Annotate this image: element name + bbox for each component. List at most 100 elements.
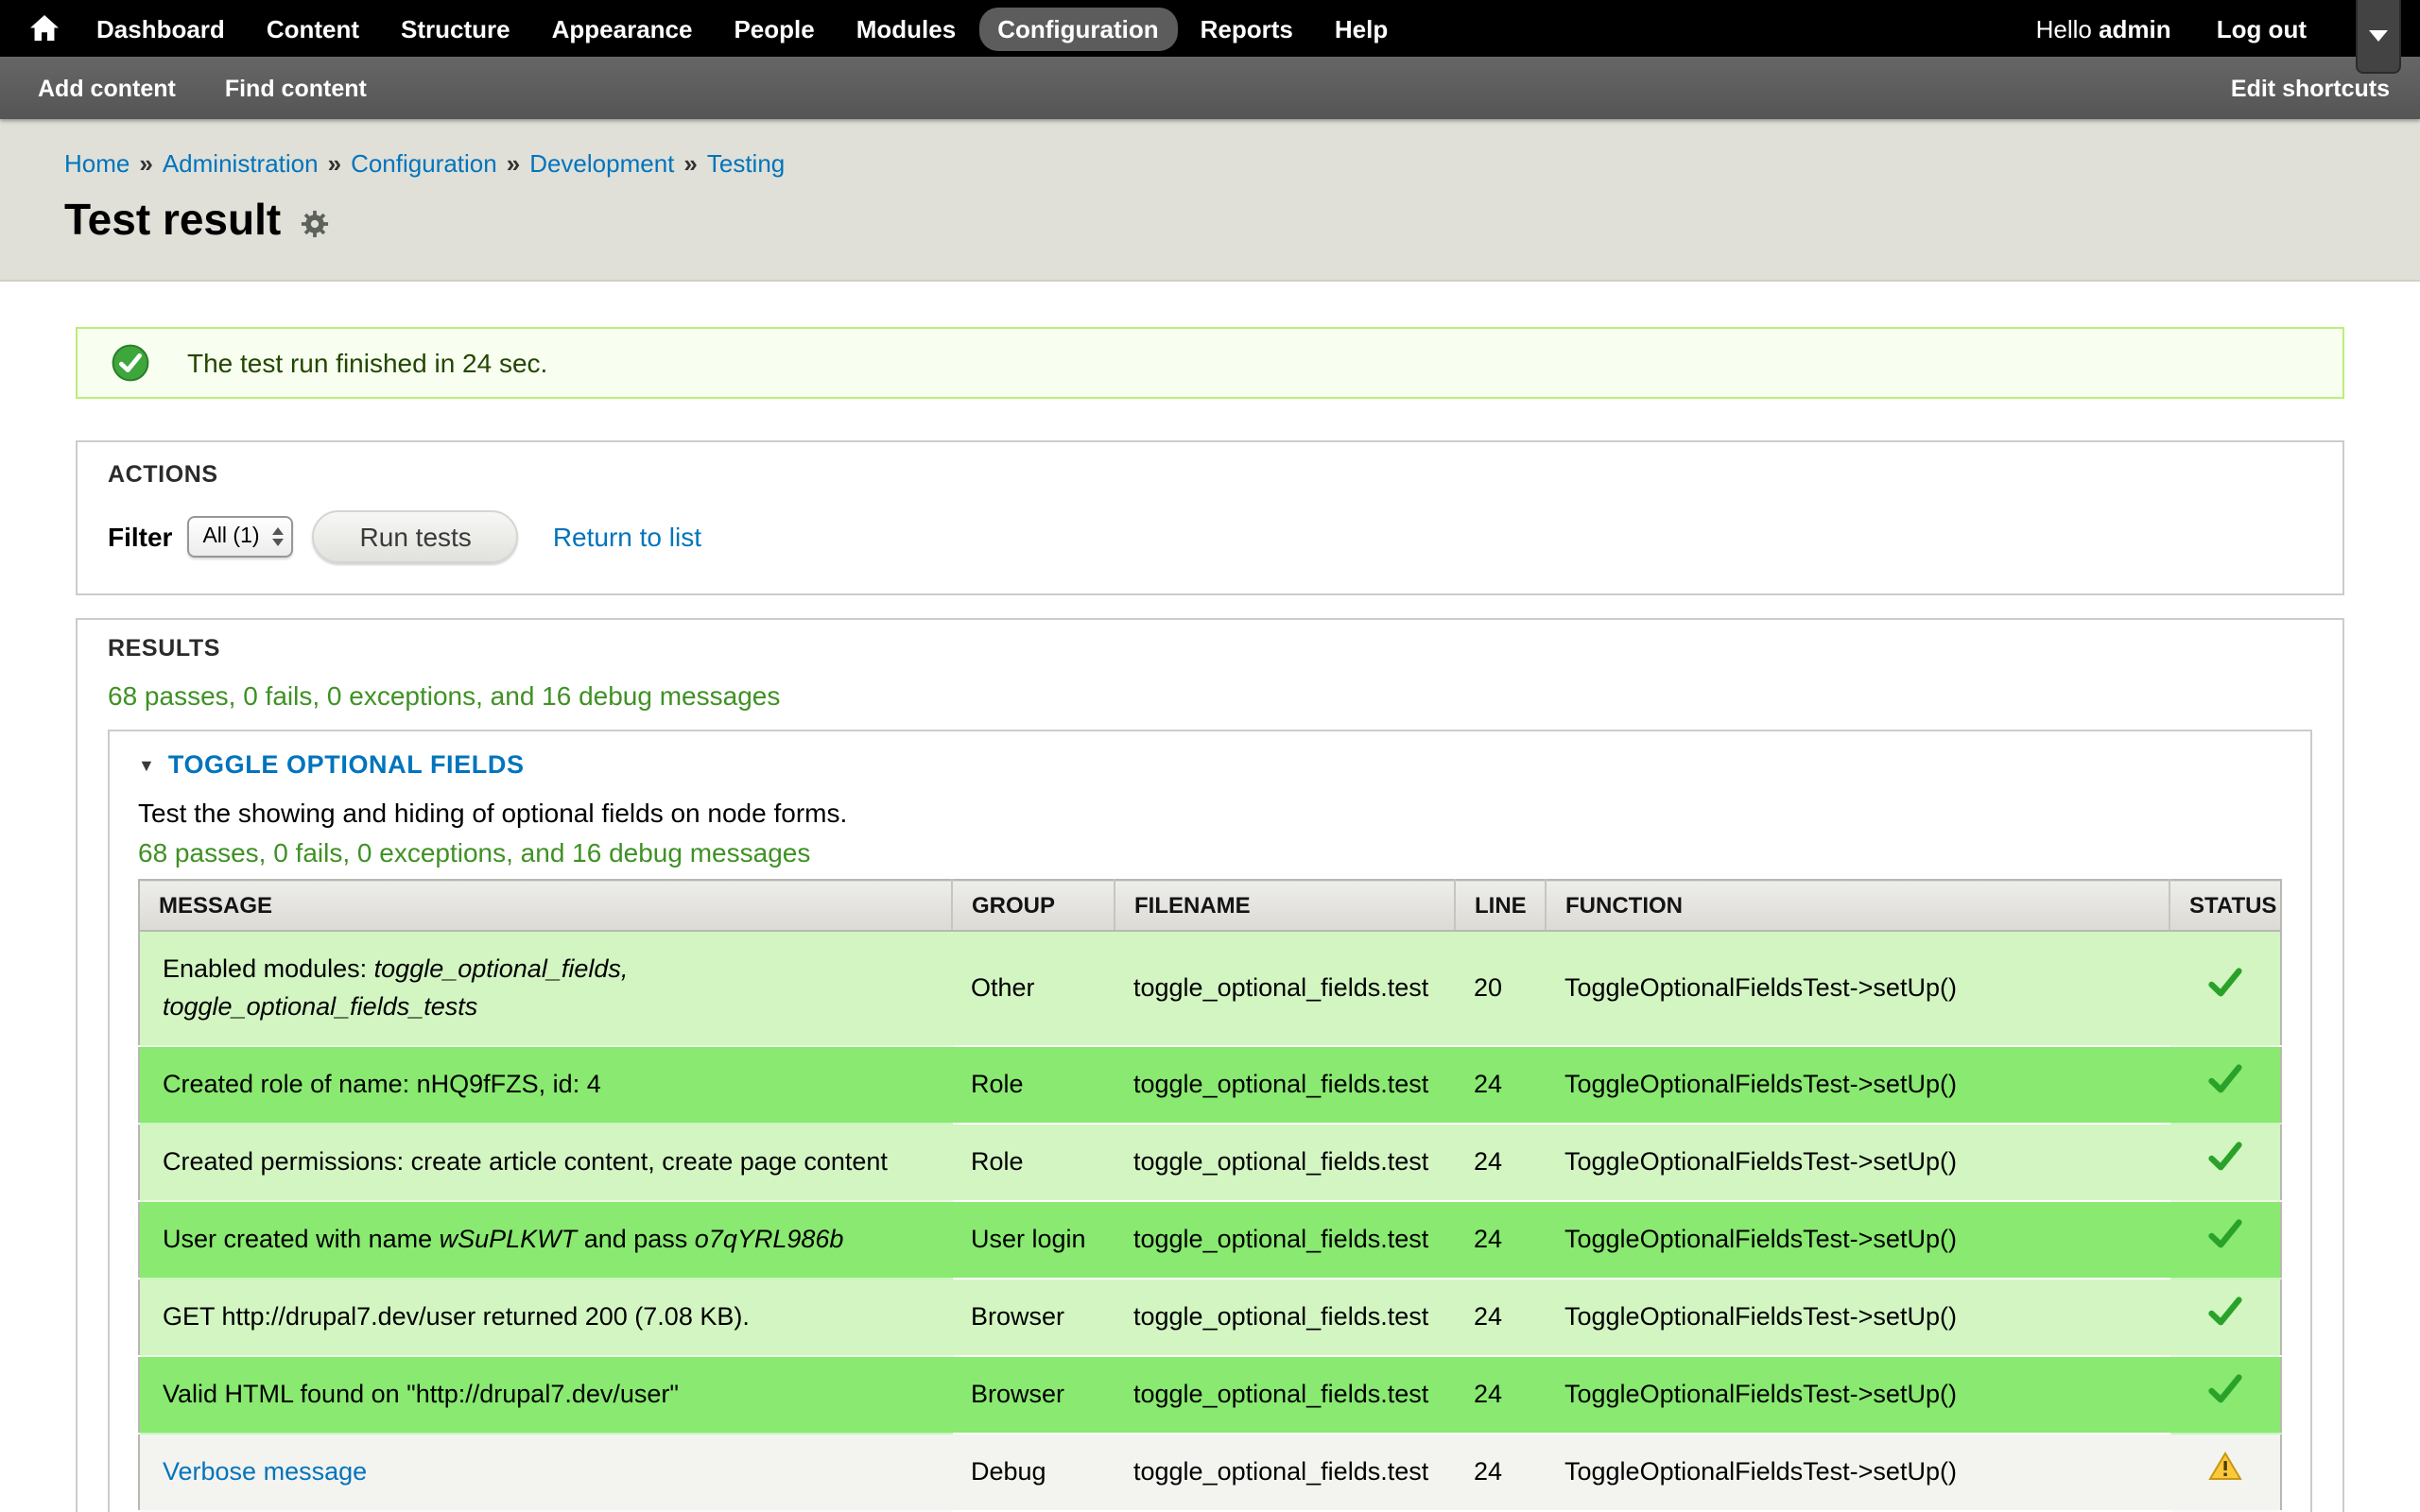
pass-icon — [2208, 968, 2242, 998]
toolbar-item-modules[interactable]: Modules — [838, 7, 975, 50]
username: admin — [2099, 14, 2171, 43]
result-row: Verbose messageDebugtoggle_optional_fiel… — [139, 1434, 2281, 1511]
result-group: Browser — [952, 1279, 1115, 1356]
shortcut-items: Add content Find content — [38, 75, 367, 101]
filter-select[interactable]: All (1) — [187, 516, 293, 558]
result-function: ToggleOptionalFieldsTest->setUp() — [1546, 1201, 2169, 1279]
shortcut-find-content[interactable]: Find content — [225, 75, 367, 101]
result-status — [2169, 1124, 2281, 1201]
result-group: Role — [952, 1046, 1115, 1124]
breadcrumb-link-development[interactable]: Development — [529, 149, 674, 178]
collapse-arrow-icon: ▼ — [138, 755, 155, 774]
actions-row: Filter All (1) Run tests Return to list — [108, 510, 2312, 563]
pass-icon — [2208, 1374, 2242, 1404]
verbose-message-link[interactable]: Verbose message — [163, 1457, 367, 1486]
toolbar-item-dashboard[interactable]: Dashboard — [78, 7, 244, 50]
result-status — [2169, 1046, 2281, 1124]
results-table: MESSAGEGROUPFILENAMELINEFUNCTIONSTATUS E… — [138, 879, 2282, 1512]
result-function: ToggleOptionalFieldsTest->setUp() — [1546, 1124, 2169, 1201]
result-function: ToggleOptionalFieldsTest->setUp() — [1546, 1356, 2169, 1434]
shortcut-bar: Add content Find content Edit shortcuts — [0, 57, 2420, 119]
main-content: The test run finished in 24 sec. ACTIONS… — [0, 282, 2420, 1512]
result-group: Browser — [952, 1356, 1115, 1434]
home-button[interactable] — [30, 15, 59, 42]
result-filename: toggle_optional_fields.test — [1115, 1124, 1455, 1201]
toolbar-item-reports[interactable]: Reports — [1182, 7, 1312, 50]
check-circle-icon — [112, 344, 149, 382]
breadcrumb: Home»Administration»Configuration»Develo… — [64, 149, 2420, 178]
test-group-summary: 68 passes, 0 fails, 0 exceptions, and 16… — [138, 837, 2282, 868]
result-function: ToggleOptionalFieldsTest->setUp() — [1546, 931, 2169, 1046]
result-message: Enabled modules: toggle_optional_fields,… — [139, 931, 952, 1046]
result-filename: toggle_optional_fields.test — [1115, 1356, 1455, 1434]
result-row: Created role of name: nHQ9fFZS, id: 4 Rol… — [139, 1046, 2281, 1124]
emphasized-text: o7qYRL986b — [695, 1225, 844, 1253]
results-table-body: Enabled modules: toggle_optional_fields,… — [139, 931, 2281, 1512]
result-message: User created with name wSuPLKWT and pass… — [139, 1201, 952, 1279]
result-row: Created permissions: create article cont… — [139, 1124, 2281, 1201]
result-row: Valid HTML found on "http://drupal7.dev/… — [139, 1356, 2281, 1434]
logout-link[interactable]: Log out — [2217, 14, 2307, 43]
toolbar-item-configuration[interactable]: Configuration — [978, 7, 1177, 50]
result-line: 24 — [1455, 1124, 1546, 1201]
result-message: GET http://drupal7.dev/user returned 200… — [139, 1279, 952, 1356]
toolbar-menu: DashboardContentStructureAppearancePeopl… — [78, 7, 1407, 50]
gear-icon — [300, 209, 328, 237]
test-group-header[interactable]: ▼ TOGGLE OPTIONAL FIELDS — [138, 750, 2282, 779]
breadcrumb-link-home[interactable]: Home — [64, 149, 130, 178]
message-text: GET http://drupal7.dev/user returned 200… — [163, 1302, 750, 1331]
pass-icon — [2208, 1142, 2242, 1172]
result-filename: toggle_optional_fields.test — [1115, 1279, 1455, 1356]
toolbar-item-help[interactable]: Help — [1316, 7, 1407, 50]
run-tests-button[interactable]: Run tests — [313, 510, 519, 563]
result-status — [2169, 1356, 2281, 1434]
page: DashboardContentStructureAppearancePeopl… — [0, 0, 2420, 1512]
select-stepper-icon — [273, 527, 285, 546]
breadcrumb-link-configuration[interactable]: Configuration — [351, 149, 497, 178]
result-status — [2169, 1279, 2281, 1356]
page-title: Test result — [64, 195, 2420, 246]
test-group-fieldset: ▼ TOGGLE OPTIONAL FIELDS Test the showin… — [108, 730, 2312, 1512]
result-message: Valid HTML found on "http://drupal7.dev/… — [139, 1356, 952, 1434]
results-fieldset: RESULTS 68 passes, 0 fails, 0 exceptions… — [76, 618, 2344, 1512]
admin-toolbar: DashboardContentStructureAppearancePeopl… — [0, 0, 2420, 57]
test-group-title-link[interactable]: TOGGLE OPTIONAL FIELDS — [168, 750, 525, 779]
edit-shortcuts-link[interactable]: Edit shortcuts — [2231, 75, 2390, 101]
contextual-gear-button[interactable] — [300, 209, 328, 237]
breadcrumb-separator: » — [683, 149, 697, 178]
actions-fieldset: ACTIONS Filter All (1) Run tests Return … — [76, 440, 2344, 595]
message-text: and pass — [577, 1225, 695, 1253]
result-row: GET http://drupal7.dev/user returned 200… — [139, 1279, 2281, 1356]
warning-icon — [2208, 1452, 2242, 1482]
toolbar-item-appearance[interactable]: Appearance — [533, 7, 712, 50]
result-line: 24 — [1455, 1356, 1546, 1434]
toolbar-item-people[interactable]: People — [715, 7, 833, 50]
results-legend: RESULTS — [108, 635, 2312, 662]
result-filename: toggle_optional_fields.test — [1115, 1046, 1455, 1124]
toolbar-item-content[interactable]: Content — [248, 7, 378, 50]
message-text: Enabled modules: — [163, 954, 374, 983]
toolbar-toggle-button[interactable] — [2356, 0, 2401, 74]
result-line: 24 — [1455, 1279, 1546, 1356]
breadcrumb-separator: » — [507, 149, 520, 178]
message-text: Created role of name: nHQ9fFZS, id: 4 — [163, 1070, 601, 1098]
results-table-header-row: MESSAGEGROUPFILENAMELINEFUNCTIONSTATUS — [139, 880, 2281, 931]
column-header-function: FUNCTION — [1546, 880, 2169, 931]
result-status — [2169, 1434, 2281, 1511]
result-function: ToggleOptionalFieldsTest->setUp() — [1546, 1434, 2169, 1511]
toolbar-item-structure[interactable]: Structure — [382, 7, 529, 50]
filter-label: Filter — [108, 522, 172, 552]
result-filename: toggle_optional_fields.test — [1115, 1434, 1455, 1511]
page-title-text: Test result — [64, 195, 281, 246]
shortcut-add-content[interactable]: Add content — [38, 75, 176, 101]
return-to-list-link[interactable]: Return to list — [553, 522, 701, 552]
status-message: The test run finished in 24 sec. — [76, 327, 2344, 399]
result-row: Enabled modules: toggle_optional_fields,… — [139, 931, 2281, 1046]
breadcrumb-link-testing[interactable]: Testing — [707, 149, 785, 178]
result-message: Created role of name: nHQ9fFZS, id: 4 — [139, 1046, 952, 1124]
filter-select-value: All (1) — [202, 525, 259, 548]
breadcrumb-link-administration[interactable]: Administration — [163, 149, 319, 178]
test-group-description: Test the showing and hiding of optional … — [138, 798, 2282, 828]
status-message-text: The test run finished in 24 sec. — [187, 348, 547, 378]
column-header-line: LINE — [1455, 880, 1546, 931]
